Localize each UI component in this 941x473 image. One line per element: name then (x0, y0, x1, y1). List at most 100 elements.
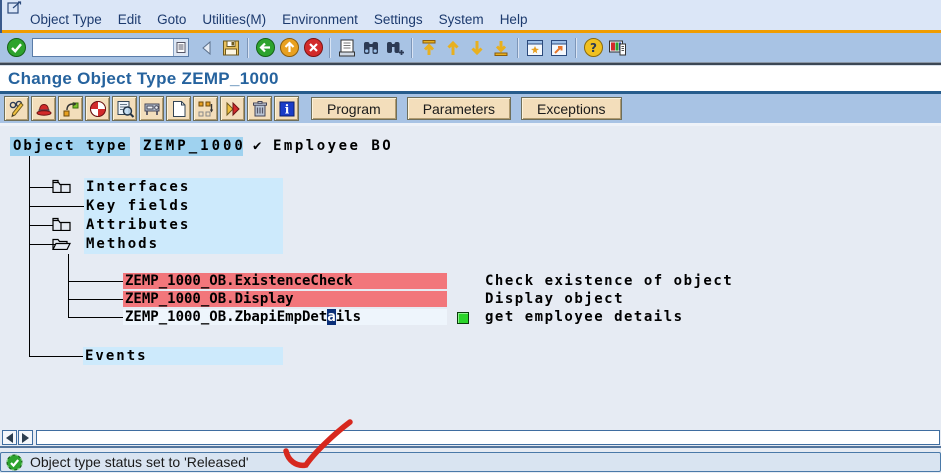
page-down-button[interactable] (465, 36, 489, 60)
where-used-button[interactable] (58, 96, 83, 121)
delete-button[interactable] (247, 96, 272, 121)
command-field-wrap (32, 38, 189, 57)
enter-button[interactable] (4, 36, 28, 60)
right-arrow-icon (22, 432, 29, 443)
open-folder-icon[interactable] (52, 236, 71, 254)
tree-node-key-fields[interactable]: Key fields (84, 197, 283, 216)
menu-goto[interactable]: Goto (149, 11, 194, 28)
execute-icon (226, 101, 240, 116)
scrollbar-track[interactable] (36, 430, 940, 445)
object-tree-panel: Object type ZEMP_1000 ✔ Employee BO Inte… (0, 126, 941, 429)
print-button[interactable] (335, 36, 359, 60)
tree-branch-line (68, 281, 123, 282)
scroll-left-button[interactable] (2, 430, 17, 445)
exceptions-button[interactable]: Exceptions (521, 97, 622, 120)
generate-button[interactable] (85, 96, 110, 121)
method-description: get employee details (485, 309, 684, 325)
program-button[interactable]: Program (311, 97, 397, 120)
new-session-icon (527, 39, 543, 56)
tree-node-methods[interactable]: Methods (84, 235, 283, 254)
command-dropdown-icon[interactable] (173, 39, 188, 56)
title-bar: Change Object Type ZEMP_1000 (0, 66, 941, 91)
create-button[interactable] (166, 96, 191, 121)
menu-system[interactable]: System (431, 11, 492, 28)
tree-node-attributes[interactable]: Attributes (84, 216, 283, 235)
last-page-button[interactable] (489, 36, 513, 60)
tree-node-interfaces[interactable]: Interfaces (84, 178, 283, 197)
back-icon (255, 38, 275, 57)
back-button[interactable] (253, 36, 277, 60)
toolbar-separator (575, 37, 577, 58)
find-icon (364, 41, 378, 54)
find-next-button[interactable] (383, 36, 407, 60)
application-toolbar: i Program Parameters Exceptions (0, 94, 941, 123)
command-input[interactable] (33, 39, 173, 56)
menu-edit[interactable]: Edit (110, 11, 149, 28)
display-program-button[interactable] (112, 96, 137, 121)
cancel-button[interactable] (301, 36, 325, 60)
menu-object-type[interactable]: Object Type (22, 11, 110, 28)
help-button[interactable]: ? (581, 36, 605, 60)
menu-settings[interactable]: Settings (366, 11, 431, 28)
new-session-button[interactable] (523, 36, 547, 60)
closed-folder-icon[interactable] (52, 217, 71, 235)
page-title: Change Object Type ZEMP_1000 (8, 68, 279, 88)
method-row-zbapiempdetails[interactable]: ZEMP_1000_OB.ZbapiEmpDetails (123, 309, 447, 325)
closed-folder-icon[interactable] (52, 179, 71, 197)
success-check-icon (6, 454, 23, 471)
display-change-icon (9, 100, 24, 117)
object-status-check: ✔ (253, 138, 262, 154)
method-row-display[interactable]: ZEMP_1000_OB.Display (123, 291, 447, 307)
tree-branch-line (29, 206, 84, 207)
first-page-button[interactable] (417, 36, 441, 60)
statusbar-divider (0, 446, 941, 448)
object-type-value[interactable]: ZEMP_1000 (140, 137, 243, 156)
status-bar: Object type status set to 'Released' (0, 452, 941, 472)
create-shortcut-button[interactable] (547, 36, 571, 60)
menu-environment[interactable]: Environment (274, 11, 366, 28)
customize-layout-button[interactable] (605, 36, 629, 60)
find-button[interactable] (359, 36, 383, 60)
page-up-icon (447, 40, 459, 55)
collapse-icon (202, 40, 211, 55)
menu-help[interactable]: Help (492, 11, 536, 28)
execute-button[interactable] (220, 96, 245, 121)
window-control-icon[interactable] (7, 1, 22, 19)
text-cursor: a (327, 309, 336, 325)
tree-branch-line (68, 299, 123, 300)
released-status-icon (457, 312, 469, 324)
documentation-button[interactable]: i (274, 96, 299, 121)
customize-layout-icon (609, 40, 626, 55)
utilities-button[interactable] (139, 96, 164, 121)
menu-utilities[interactable]: Utilities(M) (194, 11, 274, 28)
enter-icon (6, 38, 26, 57)
menu-items: Object Type Edit Goto Utilities(M) Envir… (22, 11, 535, 28)
test-button[interactable] (31, 96, 56, 121)
delete-icon (252, 100, 267, 116)
parameters-button[interactable]: Parameters (406, 97, 512, 120)
collapse-button[interactable] (195, 36, 219, 60)
create-shortcut-icon (551, 39, 567, 56)
method-description: Display object (485, 291, 625, 307)
scroll-right-button[interactable] (18, 430, 33, 445)
create-icon (172, 100, 185, 117)
print-icon (339, 39, 355, 56)
tree-node-events[interactable]: Events (83, 347, 283, 365)
save-button[interactable] (219, 36, 243, 60)
display-program-icon (117, 100, 134, 118)
status-message: Object type status set to 'Released' (30, 454, 249, 470)
toolbar-separator (517, 37, 519, 58)
generate-icon (89, 100, 106, 117)
svg-text:?: ? (590, 41, 597, 55)
last-page-icon (494, 40, 508, 56)
horizontal-scrollbar (0, 429, 941, 446)
help-icon: ? (583, 38, 603, 57)
tree-trunk-line (29, 156, 30, 356)
page-up-button[interactable] (441, 36, 465, 60)
tree-branch-line (68, 317, 123, 318)
exit-button[interactable] (277, 36, 301, 60)
method-row-existencecheck[interactable]: ZEMP_1000_OB.ExistenceCheck (123, 273, 447, 289)
utilities-icon (144, 103, 159, 115)
change-position-button[interactable] (193, 96, 218, 121)
display-change-button[interactable] (4, 96, 29, 121)
